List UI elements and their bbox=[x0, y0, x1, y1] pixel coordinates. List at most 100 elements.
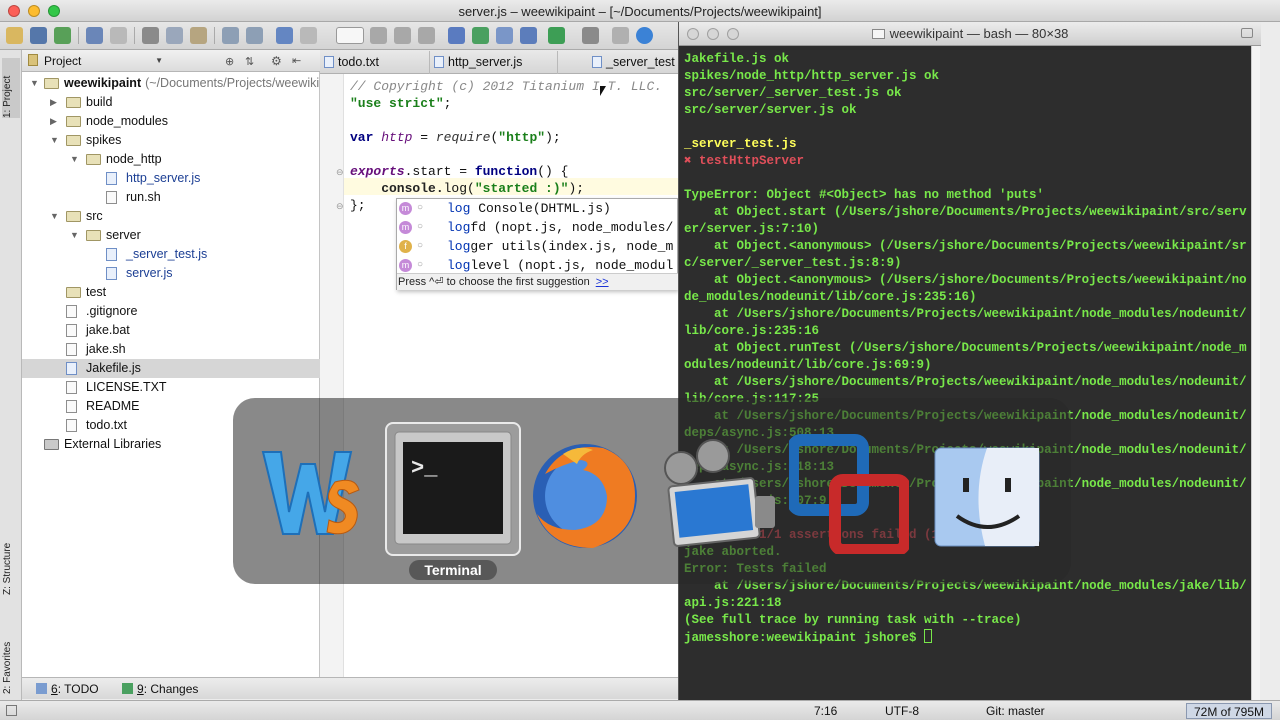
vcs-branch[interactable]: Git: master bbox=[986, 704, 1045, 718]
tree-item-spikes[interactable]: ▼ spikes bbox=[22, 131, 320, 150]
terminal-title: weewikipaint — bash — 80×38 bbox=[889, 26, 1069, 41]
tree-item-server[interactable]: ▼ server bbox=[22, 226, 320, 245]
terminal-line: TypeError: Object #<Object> has no metho… bbox=[684, 188, 1045, 202]
tree-item-test[interactable]: test bbox=[22, 283, 320, 302]
tab-number: 6 bbox=[51, 682, 58, 696]
redo-icon[interactable] bbox=[110, 27, 127, 44]
tree-item-jakefile-js[interactable]: Jakefile.js bbox=[22, 359, 320, 378]
vcs-commit-icon[interactable] bbox=[472, 27, 489, 44]
terminal-icon: >_ bbox=[394, 431, 512, 545]
tree-item-jake-sh[interactable]: jake.sh bbox=[22, 340, 320, 359]
save-icon[interactable] bbox=[30, 27, 47, 44]
expanded-arrow-icon[interactable]: ▼ bbox=[50, 131, 60, 150]
vmware-fusion-app[interactable] bbox=[787, 434, 911, 556]
completion-item[interactable]: m ○ logfd (nopt.js, node_modules/ bbox=[397, 218, 679, 237]
gear-icon[interactable]: ⚙ bbox=[271, 54, 282, 68]
run-icon[interactable] bbox=[370, 27, 387, 44]
tree-item-run-sh[interactable]: run.sh bbox=[22, 188, 320, 207]
completion-more-link[interactable]: >> bbox=[596, 276, 609, 288]
tree-item-http-server-js[interactable]: http_server.js bbox=[22, 169, 320, 188]
settings-icon[interactable] bbox=[582, 27, 599, 44]
terminal-output[interactable]: Jakefile.js ok spikes/node_http/http_serv… bbox=[679, 46, 1254, 700]
text-file-icon bbox=[66, 381, 77, 394]
tab-changes[interactable]: 9: Changes bbox=[122, 681, 198, 697]
terminal-close-button[interactable] bbox=[687, 28, 699, 40]
paste-icon[interactable] bbox=[190, 27, 207, 44]
structure-icon[interactable] bbox=[612, 27, 629, 44]
tree-item-src[interactable]: ▼ src bbox=[22, 207, 320, 226]
collapsed-arrow-icon[interactable]: ▶ bbox=[50, 93, 60, 112]
finder-app[interactable] bbox=[927, 434, 1047, 554]
tree-item-build[interactable]: ▶ build bbox=[22, 93, 320, 112]
debug-icon[interactable] bbox=[394, 27, 411, 44]
tree-item-server-test-js[interactable]: _server_test.js bbox=[22, 245, 320, 264]
tab-favorites[interactable]: 2: Favorites bbox=[2, 630, 20, 694]
find-icon[interactable] bbox=[222, 27, 239, 44]
coverage-icon[interactable] bbox=[418, 27, 435, 44]
fold-icon[interactable]: ⊖ bbox=[336, 201, 344, 212]
terminal-zoom-button[interactable] bbox=[727, 28, 739, 40]
collapsed-arrow-icon[interactable]: ▶ bbox=[50, 112, 60, 131]
completion-item[interactable]: f ○ logger utils(index.js, node_m bbox=[397, 237, 679, 256]
tree-item-server-js[interactable]: server.js bbox=[22, 264, 320, 283]
terminal-window[interactable]: weewikipaint — bash — 80×38 Jakefile.js … bbox=[678, 22, 1261, 700]
expanded-arrow-icon[interactable]: ▼ bbox=[30, 74, 40, 93]
collapse-all-icon[interactable]: ⇅ bbox=[245, 55, 254, 68]
open-folder-icon[interactable] bbox=[6, 27, 23, 44]
tab-todo-txt[interactable]: todo.txt bbox=[320, 51, 430, 74]
screenflow-icon bbox=[664, 439, 775, 547]
tree-item-label: node_modules bbox=[86, 114, 169, 128]
tab-structure[interactable]: Z: Structure bbox=[2, 525, 20, 595]
scroll-from-source-icon[interactable]: ⊕ bbox=[225, 55, 234, 68]
terminal-app[interactable]: >_ bbox=[385, 422, 521, 556]
vcs-push-icon[interactable] bbox=[548, 27, 565, 44]
toolbar-toggle-icon[interactable] bbox=[1241, 28, 1253, 38]
changes-icon bbox=[122, 683, 133, 694]
caret-position[interactable]: 7:16 bbox=[814, 704, 837, 718]
cut-icon[interactable] bbox=[142, 27, 159, 44]
back-icon[interactable] bbox=[276, 27, 293, 44]
terminal-line: at Object.<anonymous> (/Users/jshore/Doc… bbox=[684, 239, 1247, 270]
replace-icon[interactable] bbox=[246, 27, 263, 44]
webstorm-app[interactable] bbox=[251, 434, 371, 554]
expanded-arrow-icon[interactable]: ▼ bbox=[70, 226, 80, 245]
project-view-icon bbox=[28, 54, 38, 66]
firefox-app[interactable] bbox=[523, 434, 643, 554]
tree-item-node-http[interactable]: ▼ node_http bbox=[22, 150, 320, 169]
screenflow-app[interactable] bbox=[657, 434, 777, 554]
tree-item-label: jake.sh bbox=[86, 342, 126, 356]
tab-server-test-js[interactable]: _server_test bbox=[588, 51, 680, 74]
left-tool-strip: 1: Project Z: Structure 2: Favorites bbox=[0, 50, 22, 700]
method-icon: m bbox=[399, 259, 412, 272]
tree-item-gitignore[interactable]: .gitignore bbox=[22, 302, 320, 321]
vcs-history-icon[interactable] bbox=[520, 27, 537, 44]
help-icon[interactable] bbox=[636, 27, 653, 44]
vcs-compare-icon[interactable] bbox=[496, 27, 513, 44]
completion-item[interactable]: m ○ log Console(DHTML.js) bbox=[397, 199, 679, 218]
tab-http-server-js[interactable]: http_server.js bbox=[430, 51, 558, 74]
forward-icon[interactable] bbox=[300, 27, 317, 44]
code-editor[interactable]: // Copyright (c) 2012 Titanium I.T. LLC.… bbox=[344, 74, 680, 677]
sync-icon[interactable] bbox=[54, 27, 71, 44]
fold-icon[interactable]: ⊖ bbox=[336, 167, 344, 178]
vcs-update-icon[interactable] bbox=[448, 27, 465, 44]
undo-icon[interactable] bbox=[86, 27, 103, 44]
file-encoding[interactable]: UTF-8 bbox=[885, 704, 919, 718]
toggle-tool-windows-icon[interactable] bbox=[6, 705, 17, 716]
project-view-selector[interactable]: Project ▼ bbox=[44, 53, 169, 69]
terminal-minimize-button[interactable] bbox=[707, 28, 719, 40]
copy-icon[interactable] bbox=[166, 27, 183, 44]
tree-item-node-modules[interactable]: ▶ node_modules bbox=[22, 112, 320, 131]
tab-project[interactable]: 1: Project bbox=[2, 58, 20, 118]
tab-todo[interactable]: 6: TODO bbox=[36, 681, 99, 697]
hide-panel-icon[interactable]: ⇤ bbox=[292, 54, 301, 67]
expanded-arrow-icon[interactable]: ▼ bbox=[70, 150, 80, 169]
tree-item-weewikipaint[interactable]: ▼ weewikipaint (~/Documents/Projects/weewi… bbox=[22, 74, 350, 93]
expanded-arrow-icon[interactable]: ▼ bbox=[50, 207, 60, 226]
terminal-scrollbar[interactable] bbox=[1251, 46, 1260, 700]
tree-item-jake-bat[interactable]: jake.bat bbox=[22, 321, 320, 340]
tree-item-license-txt[interactable]: LICENSE.TXT bbox=[22, 378, 320, 397]
run-config-dropdown[interactable] bbox=[336, 27, 364, 44]
code-completion-popup[interactable]: m ○ log Console(DHTML.js) m ○ logfd (nopt.js… bbox=[396, 198, 679, 290]
memory-indicator[interactable]: 72M of 795M bbox=[1186, 703, 1272, 719]
